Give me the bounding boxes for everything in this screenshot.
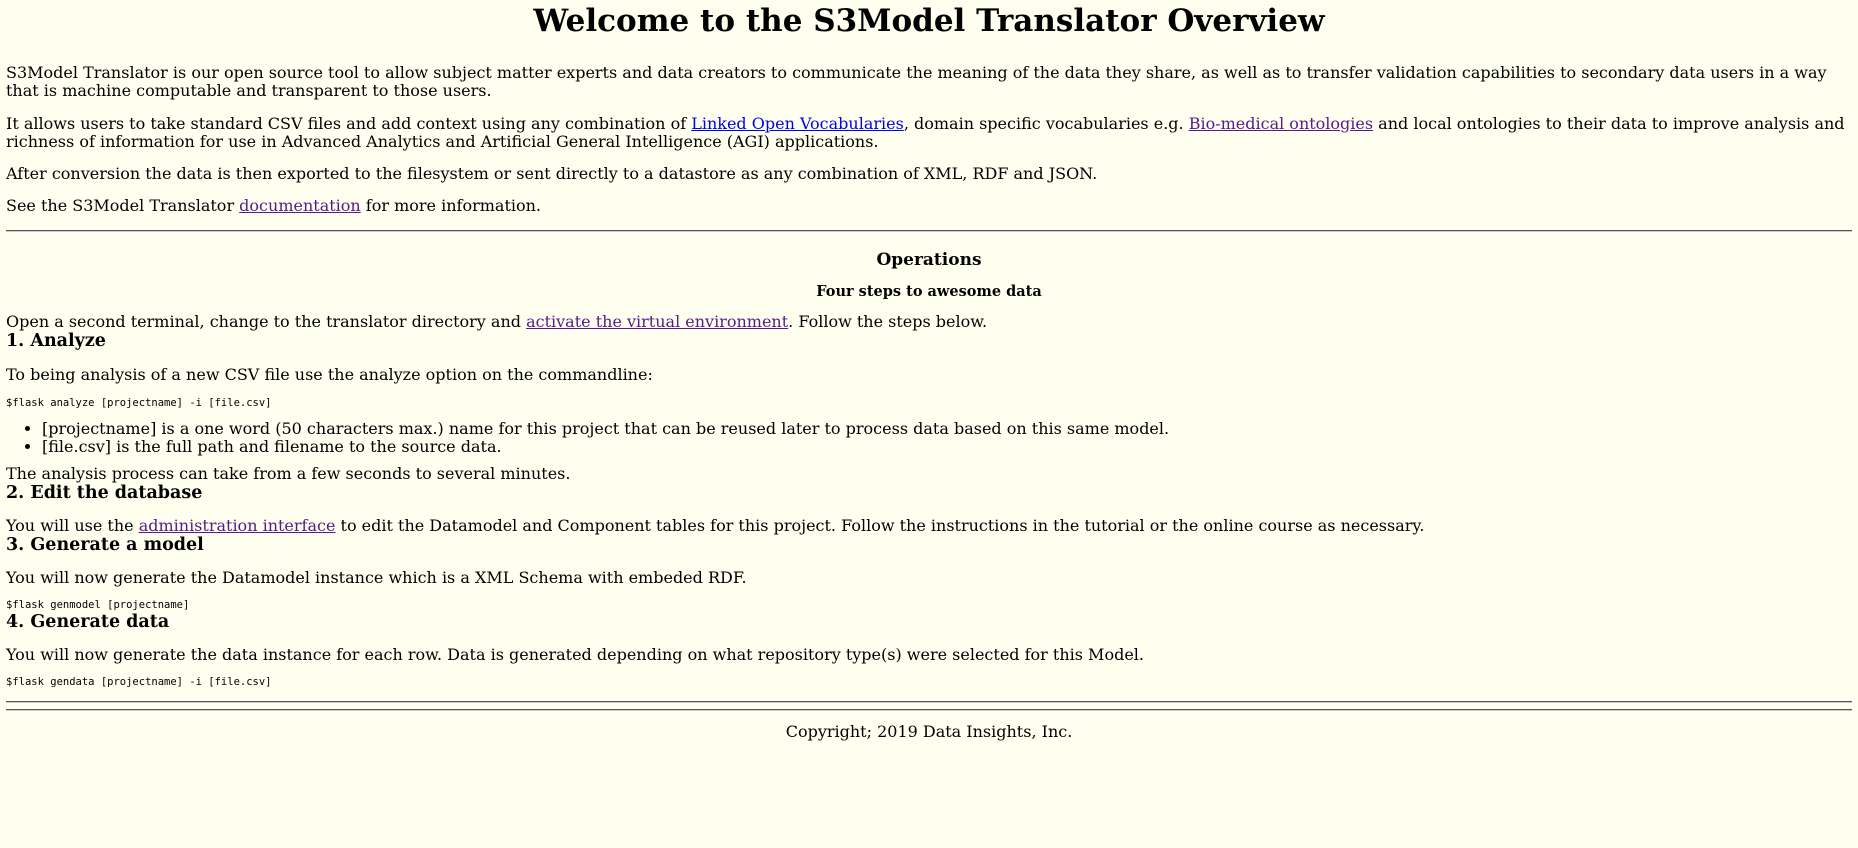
activate-virtual-environment-link[interactable]: activate the virtual environment (526, 312, 788, 331)
operations-heading: Operations (876, 250, 982, 270)
analyze-command: $flask analyze [projectname] -i [file.cs… (6, 397, 272, 409)
step-edit-text-before: You will use the (6, 516, 139, 535)
divider (6, 230, 1852, 232)
operations-subheading: Four steps to awesome data (816, 283, 1042, 300)
step-model-text: You will now generate the Datamodel inst… (6, 568, 747, 587)
linked-open-vocabularies-link[interactable]: Linked Open Vocabularies (691, 114, 904, 133)
page: Welcome to the S3Model Translator Overvi… (0, 0, 1858, 741)
list-item: [projectname] is a one word (50 characte… (42, 420, 1852, 438)
gendata-command: $flask gendata [projectname] -i [file.cs… (6, 676, 272, 688)
divider (6, 701, 1852, 703)
footer-copyright: Copyright; 2019 Data Insights, Inc. (785, 722, 1073, 741)
list-item: [file.csv] is the full path and filename… (42, 438, 1852, 456)
intro-paragraph-3: After conversion the data is then export… (6, 164, 1098, 183)
intro-p2-text-middle: , domain specific vocabularies e.g. (903, 114, 1189, 133)
analysis-duration-note: The analysis process can take from a few… (6, 464, 571, 483)
operations-intro: Open a second terminal, change to the tr… (6, 313, 1852, 331)
analyze-bullet-list: [projectname] is a one word (50 characte… (6, 420, 1852, 456)
step-analyze-heading: 1. Analyze (6, 331, 106, 351)
step-edit-text: You will use the administration interfac… (6, 517, 1852, 535)
bio-medical-ontologies-link[interactable]: Bio-medical ontologies (1189, 114, 1373, 133)
step-analyze-text: To being analysis of a new CSV file use … (6, 365, 653, 384)
intro-p4-text-before: See the S3Model Translator (6, 196, 240, 215)
step-edit-text-after: to edit the Datamodel and Component tabl… (335, 516, 1425, 535)
page-title: Welcome to the S3Model Translator Overvi… (533, 3, 1325, 39)
intro-p2-text-before: It allows users to take standard CSV fil… (6, 114, 692, 133)
genmodel-command: $flask genmodel [projectname] (6, 599, 190, 611)
documentation-link[interactable]: documentation (239, 196, 361, 215)
divider (6, 709, 1852, 711)
step-data-text: You will now generate the data instance … (6, 645, 1144, 664)
operations-intro-text-before: Open a second terminal, change to the tr… (6, 312, 527, 331)
operations-intro-text-after: . Follow the steps below. (788, 312, 988, 331)
step-edit-heading: 2. Edit the database (6, 483, 203, 503)
intro-paragraph-2: It allows users to take standard CSV fil… (6, 115, 1852, 151)
step-model-heading: 3. Generate a model (6, 535, 204, 555)
intro-paragraph-4: See the S3Model Translator documentation… (6, 197, 1852, 215)
intro-paragraph-1: S3Model Translator is our open source to… (6, 63, 1827, 100)
administration-interface-link[interactable]: administration interface (139, 516, 336, 535)
step-data-heading: 4. Generate data (6, 612, 170, 632)
intro-p4-text-after: for more information. (360, 196, 542, 215)
